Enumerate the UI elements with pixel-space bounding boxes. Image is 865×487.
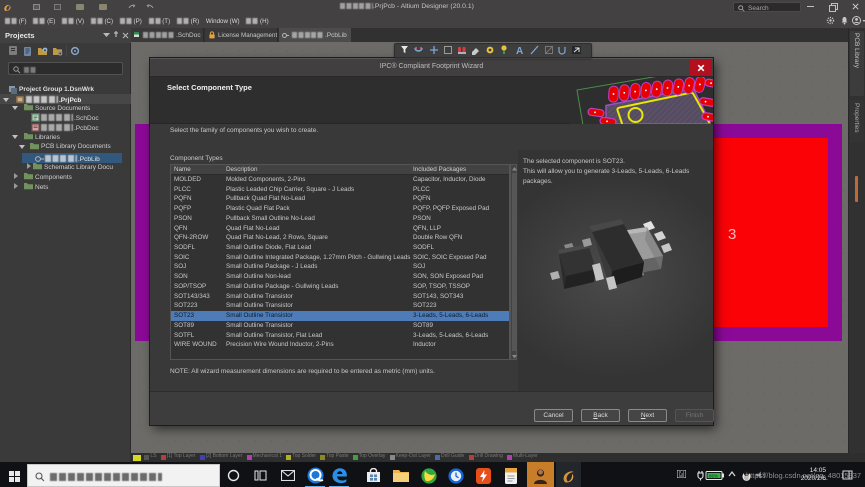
svg-text:86%: 86% <box>709 473 718 478</box>
svg-text:A: A <box>516 46 523 56</box>
